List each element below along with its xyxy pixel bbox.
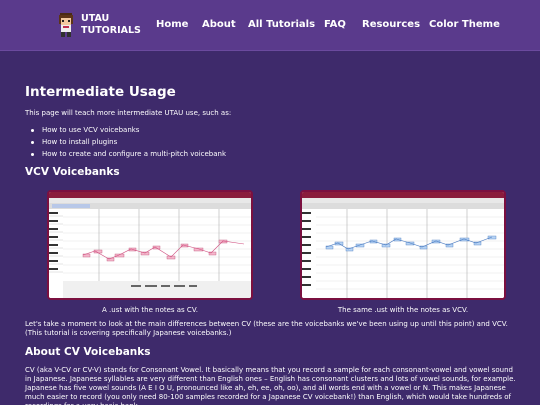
list-item: How to use VCV voicebanks (31, 124, 226, 136)
nav-all-tutorials[interactable]: All Tutorials (248, 19, 315, 30)
page-title: Intermediate Usage (25, 84, 176, 100)
vcv-screenshot-caption: The same .ust with the notes as VCV. (337, 306, 469, 314)
vcv-heading: VCV Voicebanks (25, 166, 120, 178)
vcv-ust-screenshot (300, 190, 506, 300)
list-item: How to create and configure a multi-pitc… (31, 148, 226, 160)
nav-resources[interactable]: Resources (362, 19, 420, 30)
topic-list: How to use VCV voicebanks How to install… (31, 124, 226, 160)
cv-paragraph: CV (aka V-CV or CV-V) stands for Consona… (25, 366, 516, 405)
main-content: Intermediate Usage This page will teach … (25, 51, 520, 405)
list-item: How to install plugins (31, 136, 226, 148)
cv-vs-vcv-paragraph: Let's take a moment to look at the main … (25, 320, 508, 337)
intro-text: This page will teach more intermediate U… (25, 109, 232, 117)
nav-home[interactable]: Home (156, 19, 188, 30)
cv-heading: About CV Voicebanks (25, 346, 151, 358)
main-nav: Home About All Tutorials FAQ Resources C… (0, 19, 540, 33)
nav-about[interactable]: About (202, 19, 236, 30)
site-header: UTAU TUTORIALS Home About All Tutorials … (0, 0, 540, 51)
cv-ust-screenshot (47, 190, 253, 300)
nav-faq[interactable]: FAQ (324, 19, 346, 30)
nav-color-theme[interactable]: Color Theme (429, 19, 500, 30)
cv-screenshot-caption: A .ust with the notes as CV. (102, 306, 198, 314)
